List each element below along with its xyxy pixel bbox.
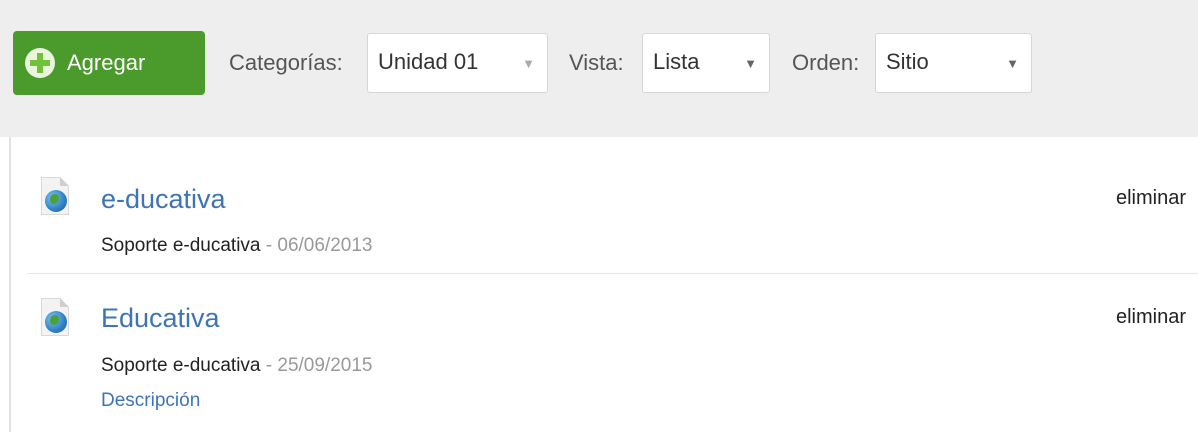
chevron-down-icon: ▼ <box>1006 56 1019 71</box>
orden-value: Sitio <box>886 49 929 74</box>
item-author: Soporte e-ducativa <box>101 355 261 376</box>
categorias-select[interactable]: Unidad 01 ▼ <box>367 33 548 93</box>
meta-separator: - <box>260 235 278 256</box>
item-date: 25/09/2015 <box>277 355 373 376</box>
item-meta: Soporte e-ducativa - 25/09/2015 <box>101 355 372 377</box>
categorias-value: Unidad 01 <box>378 49 479 74</box>
meta-separator: - <box>260 355 278 376</box>
vista-select[interactable]: Lista ▼ <box>642 33 770 93</box>
resource-list: e-ducativa Soporte e-ducativa - 06/06/20… <box>9 137 1198 432</box>
toolbar: Agregar Categorías: Unidad 01 ▼ Vista: L… <box>0 0 1198 137</box>
delete-link[interactable]: eliminar <box>1116 306 1186 329</box>
item-author: Soporte e-ducativa <box>101 235 261 256</box>
item-meta: Soporte e-ducativa - 06/06/2013 <box>101 235 372 257</box>
orden-select[interactable]: Sitio ▼ <box>875 33 1032 93</box>
vista-label: Vista: <box>569 50 624 75</box>
item-title-link[interactable]: e-ducativa <box>101 184 226 215</box>
add-button-label: Agregar <box>67 50 146 75</box>
list-item: e-ducativa Soporte e-ducativa - 06/06/20… <box>27 137 1198 274</box>
vista-value: Lista <box>653 49 700 74</box>
list-item: Educativa Soporte e-ducativa - 25/09/201… <box>27 274 1198 432</box>
item-date: 06/06/2013 <box>277 235 373 256</box>
orden-label: Orden: <box>792 50 860 75</box>
chevron-down-icon: ▼ <box>744 56 757 71</box>
chevron-down-icon: ▼ <box>522 56 535 71</box>
item-title-link[interactable]: Educativa <box>101 303 220 334</box>
add-button[interactable]: Agregar <box>13 31 205 95</box>
categorias-label: Categorías: <box>229 50 343 75</box>
plus-icon <box>25 48 55 78</box>
delete-link[interactable]: eliminar <box>1116 187 1186 210</box>
globe-document-icon <box>41 177 69 215</box>
description-link[interactable]: Descripción <box>101 390 200 412</box>
globe-document-icon <box>41 298 69 336</box>
